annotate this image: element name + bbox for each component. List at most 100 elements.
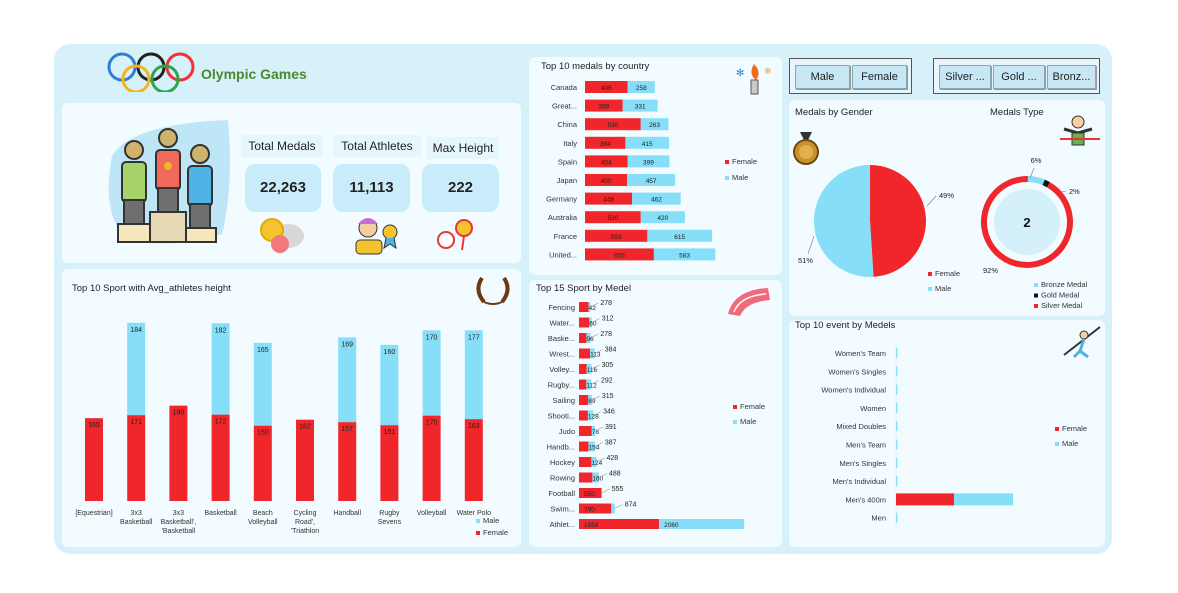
event-row-marker — [896, 439, 898, 450]
sport-total-label: 292 — [601, 378, 613, 385]
height-bar-male-label: 169 — [341, 341, 353, 348]
gender-slice-label: 49% — [939, 191, 954, 200]
sport-bar-male — [611, 503, 615, 514]
kpi-total-medals-value: 22,263 — [245, 164, 321, 212]
sport-legend-swatch — [733, 405, 737, 409]
sport-y-tick-label: Water... — [549, 319, 575, 328]
event-bar-male — [954, 493, 1013, 506]
medaltype-legend-label: Bronze Medal — [1041, 280, 1088, 289]
medaltype-slice-label: 2% — [1069, 187, 1080, 196]
event-legend-swatch — [1055, 442, 1059, 446]
gender-pie-slice — [870, 165, 927, 277]
medaltype-legend-label: Silver Medal — [1041, 301, 1083, 310]
height-x-tick-label: 3x3 — [173, 510, 184, 517]
event-row-marker — [896, 421, 898, 432]
country-y-tick-label: Australia — [548, 213, 578, 222]
medaltype-slice-label: 6% — [1031, 156, 1042, 165]
country-legend-label: Male — [732, 173, 748, 182]
sport-bar-male-label: 160 — [592, 476, 603, 483]
kpi-max-height-label: Max Height — [427, 137, 499, 159]
event-y-tick-label: Men's Individual — [832, 477, 886, 486]
height-bar-female-label: 172 — [215, 419, 227, 426]
country-bar-male-label: 263 — [649, 122, 660, 129]
height-bar-female — [464, 419, 483, 501]
height-x-tick-label: Volleyball — [417, 510, 447, 517]
event-y-tick-label: Men's Team — [846, 441, 886, 450]
slicer-female-button[interactable]: Female — [852, 65, 907, 89]
gender-leader-line — [926, 195, 937, 207]
height-x-tick-label: 'Basketball — [162, 528, 196, 535]
sport-bar-male-label: 112 — [586, 383, 597, 390]
height-bar-female — [169, 405, 188, 501]
event-y-tick-label: Men — [871, 514, 886, 523]
medaltype-legend-swatch — [1034, 283, 1038, 287]
country-y-tick-label: Germany — [546, 195, 577, 204]
height-bar-male — [338, 337, 357, 423]
sport-bar-female — [579, 441, 589, 452]
gender-pie-chart: 49% 51% Female Male — [798, 165, 960, 293]
country-bar-male-label: 583 — [679, 252, 690, 259]
sport-y-tick-label: Judo — [559, 427, 575, 436]
height-x-tick-label: Volleyball — [248, 519, 278, 526]
medaltype-center-label: 2 — [1023, 215, 1030, 230]
height-x-tick-label: Cycling — [294, 510, 317, 517]
event-row-marker — [896, 512, 898, 523]
olympic-rings-icon — [107, 52, 195, 92]
sport-total-label: 387 — [605, 440, 617, 447]
event-bar-female — [896, 493, 954, 506]
height-x-tick-label: Handball — [333, 510, 361, 517]
event-y-tick-label: Men's 400m — [845, 495, 886, 504]
sport-total-label: 555 — [612, 486, 624, 493]
country-bar-female-label: 593 — [611, 234, 622, 241]
height-x-tick-label: Rugby — [379, 510, 400, 517]
event-y-tick-label: Men's Singles — [840, 459, 887, 468]
height-x-tick-label: Sevens — [378, 519, 402, 526]
medaltype-donut-segment — [1027, 176, 1045, 186]
sport-y-tick-label: Shooti... — [547, 412, 575, 421]
height-bar-female-label: 157 — [341, 426, 353, 433]
country-bar-female-label: 448 — [603, 197, 614, 204]
height-x-tick-label: Basketball — [120, 519, 153, 526]
slicer-bronze-button[interactable]: Bronz... — [1047, 65, 1096, 89]
country-y-tick-label: Spain — [558, 157, 577, 166]
sport-total-label: 384 — [605, 347, 617, 354]
sport-y-tick-label: Sailing — [552, 396, 575, 405]
sport-bar-male-label: 113 — [590, 352, 601, 359]
height-x-tick-label: Basketball — [204, 510, 237, 517]
slicer-silver-button[interactable]: Silver ... — [939, 65, 991, 89]
height-x-tick-label: Beach — [253, 510, 273, 517]
height-bar-female — [422, 415, 441, 501]
height-chart-title: Top 10 Sport with Avg_athletes height — [72, 283, 231, 294]
height-bar-male-label: 177 — [468, 334, 480, 341]
svg-text:✻: ✻ — [764, 66, 772, 76]
height-bar-male-label: 160 — [384, 349, 396, 356]
height-x-tick-label: 3x3 — [131, 510, 142, 517]
slicer-male-button[interactable]: Male — [795, 65, 850, 89]
medaltype-donut-chart: 2 6% 2% 92% Bronze Medal Gold MedalSilver Med… — [981, 156, 1088, 310]
athlete-award-icon — [355, 218, 398, 255]
sport-total-label: 278 — [600, 331, 612, 338]
gender-leader-line — [807, 235, 815, 255]
sport-y-tick-label: Football — [548, 489, 575, 498]
gender-legend-label: Female — [935, 269, 960, 278]
height-bar-female-label: 170 — [426, 420, 438, 427]
medaltype-legend-swatch — [1034, 304, 1038, 308]
height-bar-male — [211, 323, 230, 415]
sport-total-label: 391 — [605, 424, 617, 431]
country-bar-male-label: 415 — [642, 141, 653, 148]
sport-y-tick-label: Handb... — [547, 443, 575, 452]
height-bar-male — [127, 322, 146, 416]
height-bar-female — [253, 425, 272, 501]
country-legend-swatch — [725, 176, 729, 180]
height-bar-female-label: 163 — [468, 423, 480, 430]
gender-legend-label: Male — [935, 284, 951, 293]
country-bar-male-label: 399 — [643, 159, 654, 166]
sport-total-label: 278 — [600, 300, 612, 307]
height-bar-female — [127, 415, 146, 501]
slicer-gold-button[interactable]: Gold ... — [993, 65, 1045, 89]
height-bar-female — [380, 425, 399, 501]
country-y-tick-label: France — [554, 232, 577, 241]
event-y-tick-label: Women — [860, 404, 886, 413]
country-y-tick-label: United... — [549, 250, 577, 259]
medal-slicer: Silver ... Gold ... Bronz... — [933, 58, 1100, 94]
